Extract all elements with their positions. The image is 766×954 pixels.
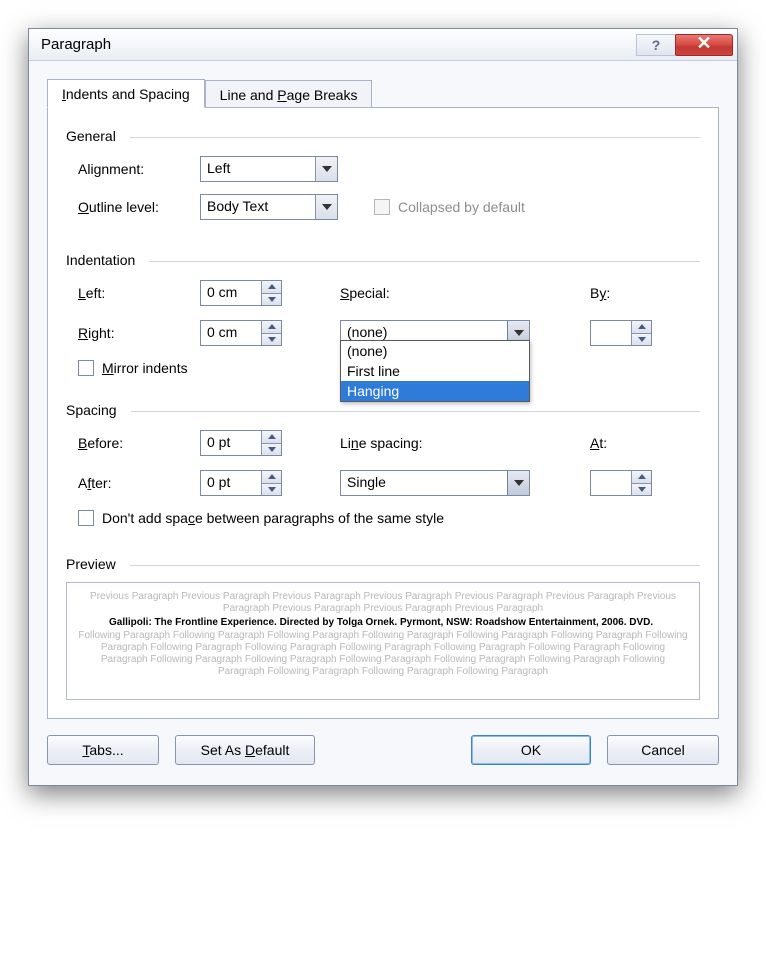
- ok-button[interactable]: OK: [471, 735, 591, 765]
- by-spinner[interactable]: [590, 320, 652, 346]
- special-option-hanging[interactable]: Hanging: [341, 381, 529, 401]
- tab-indents-spacing[interactable]: Indents and Spacing: [47, 79, 205, 108]
- at-label: At:: [590, 435, 660, 451]
- preview-previous-text: Previous Paragraph Previous Paragraph Pr…: [77, 591, 689, 615]
- help-button[interactable]: ?: [636, 34, 676, 56]
- outline-level-combo[interactable]: Body Text: [200, 194, 338, 220]
- indent-left-spinner[interactable]: 0 cm: [200, 280, 282, 306]
- indent-left-label: Left:: [78, 285, 200, 301]
- preview-sample-text: Gallipoli: The Frontline Experience. Dir…: [77, 615, 689, 630]
- arrow-down-icon[interactable]: [632, 484, 651, 496]
- spacing-legend: Spacing: [66, 402, 700, 418]
- chevron-down-icon: [315, 157, 337, 181]
- chevron-down-icon: [315, 195, 337, 219]
- general-legend: General: [66, 128, 700, 144]
- collapsed-label: Collapsed by default: [398, 199, 525, 215]
- arrow-up-icon[interactable]: [632, 321, 651, 334]
- cancel-button[interactable]: Cancel: [607, 735, 719, 765]
- line-spacing-label: Line spacing:: [340, 435, 550, 451]
- indentation-legend: Indentation: [66, 252, 700, 268]
- alignment-value: Left: [201, 157, 315, 181]
- indent-right-spinner[interactable]: 0 cm: [200, 320, 282, 346]
- arrow-up-icon[interactable]: [262, 281, 281, 294]
- outline-level-value: Body Text: [201, 195, 315, 219]
- arrow-down-icon[interactable]: [262, 484, 281, 496]
- alignment-label: Alignment:: [78, 161, 200, 177]
- arrow-up-icon[interactable]: [262, 321, 281, 334]
- dont-add-space-checkbox[interactable]: Don't add space between paragraphs of th…: [78, 510, 660, 526]
- arrow-down-icon[interactable]: [262, 294, 281, 306]
- alignment-combo[interactable]: Left: [200, 156, 338, 182]
- set-as-default-button[interactable]: Set As Default: [175, 735, 315, 765]
- preview-following-text: Following Paragraph Following Paragraph …: [77, 630, 689, 678]
- tab-bar: Indents and Spacing Line and Page Breaks: [47, 75, 719, 107]
- by-label: By:: [590, 285, 660, 301]
- outline-level-label: Outline level:: [78, 199, 200, 215]
- window-title: Paragraph: [41, 36, 636, 53]
- before-spinner[interactable]: 0 pt: [200, 430, 282, 456]
- line-spacing-combo[interactable]: Single: [340, 470, 530, 496]
- arrow-up-icon[interactable]: [262, 431, 281, 444]
- tab-panel: General Alignment: Left Outline level: B…: [47, 107, 719, 719]
- special-label: Special:: [340, 285, 550, 301]
- arrow-up-icon[interactable]: [262, 471, 281, 484]
- checkbox-icon: [374, 199, 390, 215]
- chevron-down-icon: [507, 471, 529, 495]
- arrow-up-icon[interactable]: [632, 471, 651, 484]
- arrow-down-icon[interactable]: [262, 444, 281, 456]
- before-label: Before:: [78, 435, 200, 451]
- preview-box: Previous Paragraph Previous Paragraph Pr…: [66, 582, 700, 700]
- indent-right-label: Right:: [78, 325, 200, 341]
- arrow-down-icon[interactable]: [262, 334, 281, 346]
- preview-legend: Preview: [66, 556, 700, 572]
- arrow-down-icon[interactable]: [632, 334, 651, 346]
- close-button[interactable]: ✕: [675, 34, 733, 56]
- checkbox-icon: [78, 510, 94, 526]
- dialog-footer: Tabs... Set As Default OK Cancel: [47, 719, 719, 769]
- tab-line-page-breaks[interactable]: Line and Page Breaks: [205, 80, 373, 108]
- at-spinner[interactable]: [590, 470, 652, 496]
- title-bar: Paragraph ? ✕: [29, 29, 737, 61]
- mirror-indents-checkbox[interactable]: Mirror indents: [78, 360, 340, 376]
- special-dropdown-list[interactable]: (none) First line Hanging: [340, 340, 530, 402]
- after-label: After:: [78, 475, 200, 491]
- tabs-button[interactable]: Tabs...: [47, 735, 159, 765]
- after-spinner[interactable]: 0 pt: [200, 470, 282, 496]
- paragraph-dialog: Paragraph ? ✕ Indents and Spacing Line a…: [28, 28, 738, 786]
- special-option-none[interactable]: (none): [341, 341, 529, 361]
- collapsed-checkbox: Collapsed by default: [374, 199, 700, 215]
- special-option-firstline[interactable]: First line: [341, 361, 529, 381]
- checkbox-icon: [78, 360, 94, 376]
